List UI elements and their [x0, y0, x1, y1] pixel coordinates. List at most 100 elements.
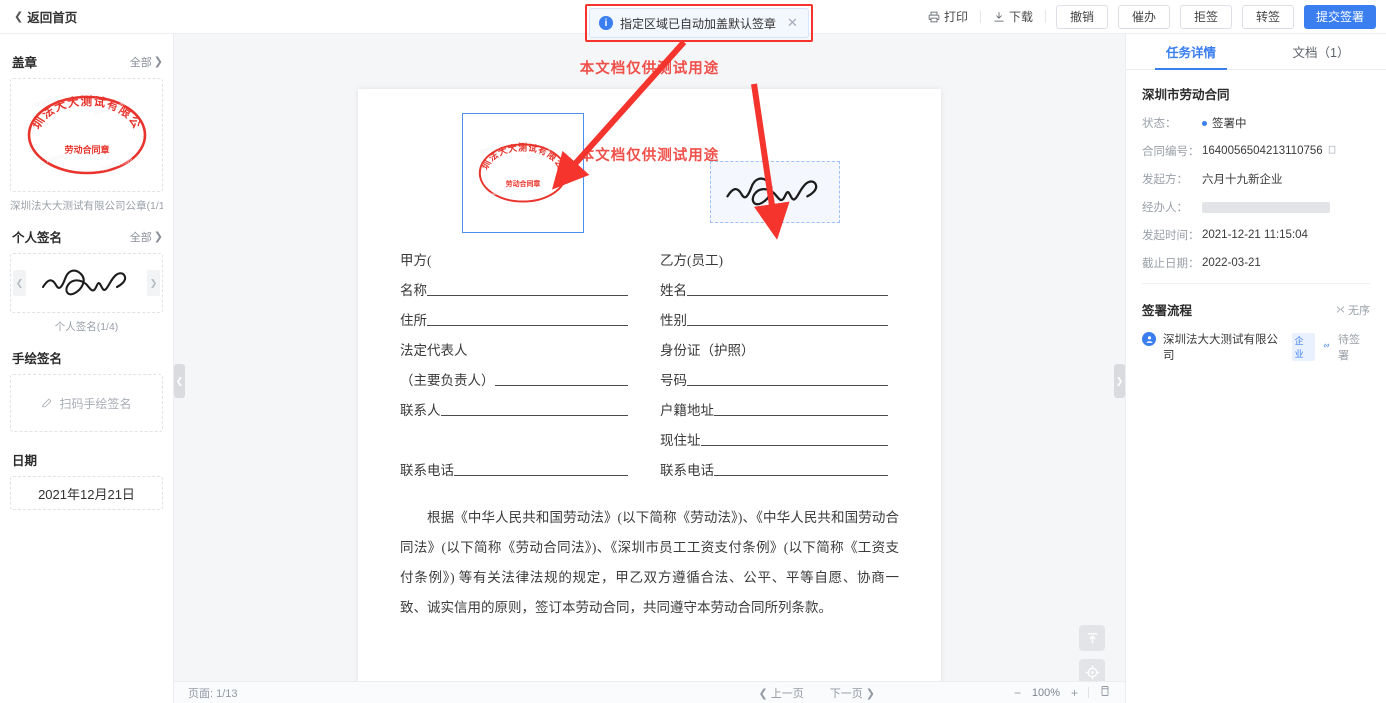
field-line [714, 415, 888, 416]
link-glyph [1323, 343, 1330, 348]
pencil-icon [42, 398, 53, 408]
field-label: 姓名 [660, 283, 687, 298]
handwrite-scan-inner: 扫码手绘签名 [41, 395, 132, 412]
back-to-home-button[interactable]: ❮ 返回首页 [14, 7, 77, 26]
urge-button[interactable]: 催办 [1118, 4, 1170, 29]
zoom-out-button[interactable]: − [1014, 686, 1021, 700]
date-section-title: 日期 [12, 454, 38, 468]
notification-highlight: i 指定区域已自动加盖默认签章 ✕ [585, 4, 813, 42]
fit-page-icon[interactable] [1099, 685, 1111, 700]
field-label: 户籍地址 [660, 403, 714, 418]
chevron-left-icon: ❮ [14, 11, 24, 23]
right-panel-body: 深圳市劳动合同 状态： 签署中 合同编号： 164005650421311075… [1126, 70, 1386, 363]
detail-row-deadline: 截止日期： 2022-03-21 [1142, 255, 1370, 271]
field-row: 乙方(员工) [660, 239, 888, 269]
start-time-value: 2021-12-21 11:15:04 [1202, 229, 1308, 241]
handwrite-section-title: 手绘签名 [12, 352, 63, 366]
signature-caption: 个人签名(1/4) [54, 321, 119, 333]
field-line [687, 325, 888, 326]
notification-banner: i 指定区域已自动加盖默认签章 ✕ [589, 8, 809, 38]
signature-section-title: 个人签名 [12, 231, 63, 245]
revoke-button[interactable]: 撤销 [1056, 4, 1108, 29]
svg-text:fadada.com: fadada.com [489, 185, 514, 197]
prev-page-button[interactable]: ❮ 上一页 [758, 685, 803, 701]
deadline-value: 2022-03-21 [1202, 257, 1261, 269]
field-row: 联系电话 [400, 449, 628, 479]
signature-prev-arrow[interactable]: ❮ [13, 270, 26, 296]
handwrite-scan-card[interactable]: 扫码手绘签名 [10, 374, 163, 432]
field-row: （主要负责人） [400, 359, 628, 389]
reject-sign-button[interactable]: 拒签 [1180, 4, 1232, 29]
initiator-value: 六月十九新企业 [1202, 174, 1283, 186]
field-line [494, 385, 628, 386]
zoom-controls: − 100% + [1014, 685, 1111, 700]
person-icon [1145, 335, 1153, 343]
field-row: 甲方( [400, 239, 628, 269]
field-line [454, 475, 628, 476]
detail-row-handler: 经办人： [1142, 199, 1370, 215]
arrow-up-icon [1087, 632, 1097, 643]
signature-next-arrow[interactable]: ❯ [147, 270, 160, 296]
toolbar-actions: 打印 下载 撤销 催办 拒签 转签 提交签署 [916, 4, 1386, 29]
tab-task-details[interactable]: 任务详情 [1126, 34, 1256, 70]
chevron-right-icon: ❯ [153, 56, 163, 68]
right-panel-tabs: 任务详情 文档（1） [1126, 34, 1386, 70]
scroll-to-top-button[interactable] [1079, 625, 1105, 651]
download-button[interactable]: 下载 [981, 8, 1045, 25]
transfer-sign-button[interactable]: 转签 [1242, 4, 1294, 29]
seal-view-all-label: 全部 [129, 56, 152, 69]
collapse-right-panel-handle[interactable]: ❯ [1114, 364, 1125, 398]
date-stamp-card[interactable]: 2021年12月21日 [10, 476, 163, 510]
print-button[interactable]: 打印 [916, 8, 980, 25]
back-to-home-label: 返回首页 [27, 11, 78, 25]
submit-sign-button[interactable]: 提交签署 [1304, 4, 1376, 29]
signer-name: 深圳法大大测试有限公司 [1163, 334, 1278, 362]
signature-thumbnail-card[interactable]: ❮ ❯ [10, 253, 163, 313]
seal-section-header: 盖章 全部 ❯ [12, 52, 163, 71]
placed-signature-field[interactable] [710, 161, 840, 223]
avatar [1142, 332, 1156, 346]
page-value: 1/13 [216, 687, 238, 700]
handwrite-section-header: 手绘签名 [12, 348, 163, 367]
flow-section-title: 签署流程 [1142, 304, 1193, 318]
field-line [755, 355, 889, 356]
seal-view-all-link[interactable]: 全部 ❯ [130, 54, 163, 70]
flow-signer-top: 深圳法大大测试有限公司 企业 待签署 [1163, 331, 1370, 363]
placed-seal-graphic: 深圳法大大测试有限公司 劳动合同章 fadada.com fadada.com … [469, 133, 568, 203]
seal-thumbnail-card[interactable]: 深圳法大大测试有限公司 劳动合同章 fadada.com fadada.com … [10, 78, 163, 192]
field-label: 性别 [660, 313, 687, 328]
next-page-button[interactable]: 下一页 ❯ [830, 685, 875, 701]
field-row: 户籍地址 [660, 389, 888, 419]
field-line [468, 355, 629, 356]
signature-view-all-link[interactable]: 全部 ❯ [130, 229, 163, 245]
download-icon [994, 11, 1004, 22]
left-sidebar: 盖章 全部 ❯ 深圳法大大测试有限公司 劳动合同章 fadada.com fad… [0, 34, 174, 703]
field-row: 名称 [400, 269, 628, 299]
field-row: 住所 [400, 299, 628, 329]
field-row-spacer [400, 419, 628, 449]
party-a-column: 甲方( 名称 住所 法定代表人 （主要负责人） 联系人 联系电话 [400, 239, 628, 479]
field-line [714, 475, 888, 476]
field-label: 身份证（护照） [660, 343, 755, 358]
link-icon[interactable] [1321, 340, 1332, 354]
zoom-in-button[interactable]: + [1071, 686, 1078, 700]
detail-row-initiator: 发起方： 六月十九新企业 [1142, 171, 1370, 187]
contract-number-value: 1640056504213110756 [1202, 145, 1323, 157]
field-line [400, 445, 628, 446]
field-line [427, 295, 628, 296]
placed-seal-field[interactable]: 深圳法大大测试有限公司 劳动合同章 fadada.com fadada.com … [462, 113, 584, 233]
personal-signature-graphic [41, 269, 126, 296]
target-icon [1085, 665, 1099, 679]
svg-text:fadada.com: fadada.com [101, 158, 133, 173]
collapse-left-panel-handle[interactable]: ❮ [174, 364, 185, 398]
zoom-level-value: 100% [1031, 686, 1061, 699]
copy-icon[interactable] [1328, 145, 1338, 158]
field-row: 现住址 [660, 419, 888, 449]
zoom-divider [1088, 687, 1089, 698]
close-icon[interactable]: ✕ [787, 15, 798, 31]
tab-documents[interactable]: 文档（1） [1256, 34, 1386, 69]
party-columns: 甲方( 名称 住所 法定代表人 （主要负责人） 联系人 联系电话 乙方(员工) … [358, 239, 941, 479]
watermark-above-page: 本文档仅供测试用途 [579, 61, 720, 77]
field-row: 身份证（护照） [660, 329, 888, 359]
field-line [427, 325, 628, 326]
